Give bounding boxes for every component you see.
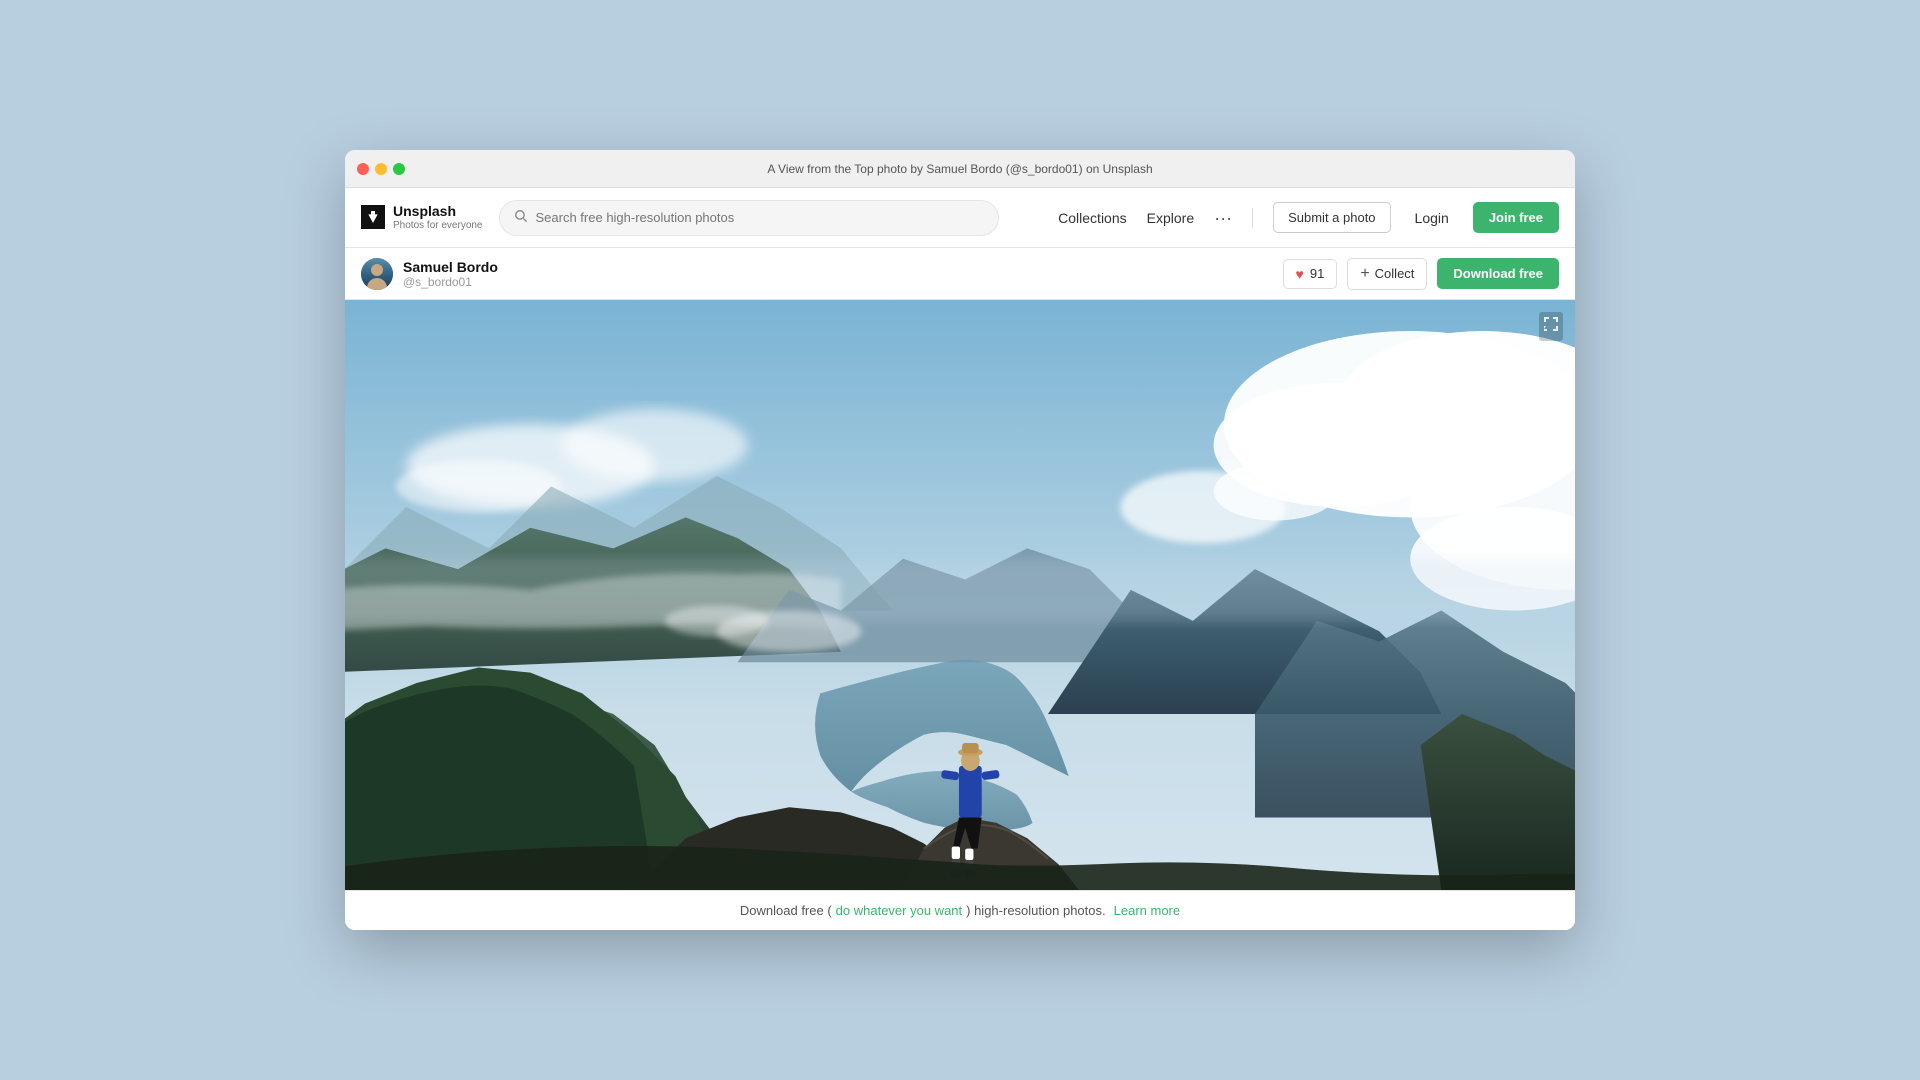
minimize-button[interactable]: [375, 163, 387, 175]
photographer-details: Samuel Bordo @s_bordo01: [403, 259, 498, 289]
collect-label: Collect: [1375, 266, 1415, 281]
search-bar[interactable]: [499, 200, 999, 236]
search-input[interactable]: [536, 210, 984, 225]
footer-text-prefix: Download free (: [740, 903, 832, 918]
footer-bar: Download free ( do whatever you want ) h…: [345, 890, 1575, 930]
photo-area: [345, 300, 1575, 890]
avatar-image: [361, 258, 393, 290]
footer-text-middle: ) high-resolution photos.: [966, 903, 1105, 918]
search-icon: [514, 209, 528, 226]
expand-svg: [1543, 316, 1559, 332]
unsplash-logo-icon: [361, 205, 385, 229]
photo-actions: ♥ 91 + Collect Download free: [1283, 258, 1559, 290]
title-bar: A View from the Top photo by Samuel Bord…: [345, 150, 1575, 188]
join-free-button[interactable]: Join free: [1473, 202, 1559, 233]
login-button[interactable]: Login: [1411, 210, 1453, 226]
logo-tagline: Photos for everyone: [393, 220, 483, 232]
heart-icon: ♥: [1296, 266, 1304, 282]
page-title: A View from the Top photo by Samuel Bord…: [767, 162, 1152, 176]
logo-area[interactable]: Unsplash Photos for everyone: [361, 203, 483, 232]
traffic-lights: [357, 163, 405, 175]
logo-text: Unsplash Photos for everyone: [393, 203, 483, 232]
photographer-handle: @s_bordo01: [403, 275, 498, 289]
photographer-name[interactable]: Samuel Bordo: [403, 259, 498, 275]
nav-links: Collections Explore ··· Submit a photo L…: [1058, 202, 1559, 233]
browser-content: Unsplash Photos for everyone Collections…: [345, 188, 1575, 930]
explore-link[interactable]: Explore: [1147, 210, 1194, 226]
close-button[interactable]: [357, 163, 369, 175]
unsplash-svg: [365, 209, 381, 225]
maximize-button[interactable]: [393, 163, 405, 175]
photo-bar: Samuel Bordo @s_bordo01 ♥ 91 + Collect D…: [345, 248, 1575, 300]
submit-photo-button[interactable]: Submit a photo: [1273, 202, 1390, 233]
learn-more-link[interactable]: Learn more: [1114, 903, 1180, 918]
collections-link[interactable]: Collections: [1058, 210, 1126, 226]
like-button[interactable]: ♥ 91: [1283, 259, 1338, 289]
logo-name: Unsplash: [393, 203, 483, 220]
photographer-info: Samuel Bordo @s_bordo01: [361, 258, 498, 290]
download-button[interactable]: Download free: [1437, 258, 1559, 289]
expand-icon[interactable]: [1539, 312, 1563, 341]
like-count: 91: [1310, 266, 1324, 281]
do-whatever-link[interactable]: do whatever you want: [836, 903, 962, 918]
photo-svg: [345, 300, 1575, 890]
browser-window: A View from the Top photo by Samuel Bord…: [345, 150, 1575, 930]
avatar[interactable]: [361, 258, 393, 290]
collect-button[interactable]: + Collect: [1347, 258, 1427, 290]
nav-bar: Unsplash Photos for everyone Collections…: [345, 188, 1575, 248]
plus-icon: +: [1360, 265, 1369, 283]
search-svg: [514, 209, 528, 223]
more-menu-button[interactable]: ···: [1214, 209, 1232, 227]
nav-divider: [1252, 208, 1253, 228]
